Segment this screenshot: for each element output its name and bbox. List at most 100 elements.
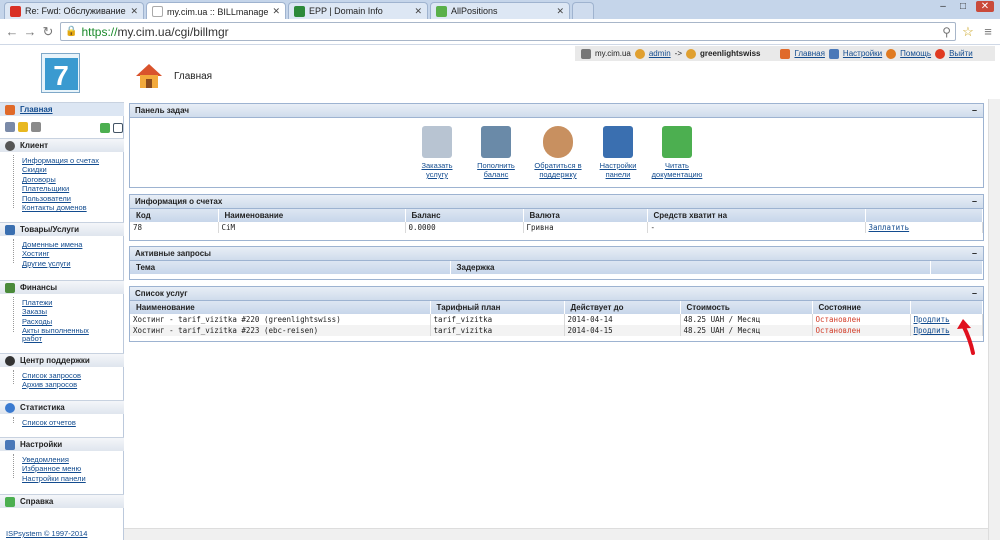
star-icon[interactable]: ☆ (960, 24, 976, 40)
column-header[interactable]: Валюта (523, 209, 648, 222)
task-top-up-balance[interactable]: Пополнить баланс (463, 126, 529, 179)
column-header[interactable]: Наименование (218, 209, 406, 222)
table-row[interactable]: 78 CiM 0.0000 Гривна - Заплатить (130, 222, 983, 233)
products-icon (5, 224, 15, 235)
column-header[interactable]: Задержка (450, 261, 931, 274)
sidebar-item-other-services[interactable]: Другие услуги (22, 259, 71, 268)
monitor-gear-icon (603, 126, 633, 158)
minimize-panel-icon[interactable]: – (972, 105, 977, 115)
support-icon (5, 355, 15, 366)
header-logout-link[interactable]: Выйти (949, 49, 973, 58)
task-order-service[interactable]: Заказать услугу (404, 126, 470, 179)
task-read-docs[interactable]: Читать документацию (644, 126, 710, 179)
task-panel-settings[interactable]: Настройки панели (585, 126, 651, 179)
services-panel: Список услуг – Наименование Тарифный пла… (129, 286, 984, 342)
menu-icon[interactable]: ≡ (980, 24, 996, 39)
forward-icon[interactable]: → (22, 24, 38, 39)
panel-title: Список услуг – (130, 287, 983, 301)
column-header[interactable]: Действует до (564, 301, 681, 314)
panel-title: Панель задач – (130, 104, 983, 118)
stats-icon (5, 402, 15, 413)
sidebar-item-orders[interactable]: Заказы (22, 307, 47, 316)
sidebar-home[interactable]: Главная (0, 102, 124, 116)
sidebar-section-stats[interactable]: Статистика (0, 400, 124, 414)
tab-billmanager[interactable]: my.cim.ua :: BILLmanager ✕ (146, 2, 286, 20)
column-header[interactable]: Тарифный план (430, 301, 565, 314)
header-help-link[interactable]: Помощь (900, 49, 931, 58)
column-header[interactable]: Наименование (130, 301, 431, 314)
new-tab-button[interactable] (572, 2, 594, 19)
requests-panel: Активные запросы – Тема Задержка (129, 246, 984, 280)
panel-title: Информация о счетах – (130, 195, 983, 209)
column-header[interactable]: Код (130, 209, 219, 222)
sidebar-item-favorites-menu[interactable]: Избранное меню (22, 464, 81, 473)
panel-title: Активные запросы – (130, 247, 983, 261)
sidebar-section-client[interactable]: Клиент (0, 138, 124, 152)
renew-link[interactable]: Продлить (914, 315, 950, 324)
page-header: Главная (134, 62, 212, 90)
close-window-icon[interactable]: ✕ (976, 1, 994, 12)
sidebar-section-help[interactable]: Справка (0, 494, 124, 508)
renew-link[interactable]: Продлить (914, 326, 950, 335)
minimize-icon[interactable]: ‒ (934, 1, 952, 12)
column-header[interactable]: Состояние (812, 301, 911, 314)
status-badge: Остановлен (812, 325, 911, 336)
maximize-icon[interactable]: □ (954, 1, 972, 12)
close-tab-icon[interactable]: ✕ (556, 6, 564, 17)
tab-epp[interactable]: EPP | Domain Info ✕ (288, 2, 428, 19)
list-view-icon[interactable] (5, 122, 15, 132)
sidebar-item-users[interactable]: Пользователи (22, 194, 71, 203)
vertical-scrollbar[interactable] (988, 99, 1000, 540)
sidebar-section-finance[interactable]: Финансы (0, 280, 124, 294)
sidebar-item-payers[interactable]: Плательщики (22, 184, 69, 193)
task-contact-support[interactable]: Обратиться в поддержку (525, 126, 591, 179)
minimize-panel-icon[interactable]: – (972, 288, 977, 298)
sidebar-item-contracts[interactable]: Договоры (22, 175, 56, 184)
sidebar-section-settings[interactable]: Настройки (0, 437, 124, 451)
horizontal-scrollbar[interactable] (124, 528, 988, 540)
header-settings-link[interactable]: Настройки (843, 49, 882, 58)
lock-icon[interactable] (31, 122, 41, 132)
column-header[interactable]: Средств хватит на (647, 209, 866, 222)
close-tab-icon[interactable]: ✕ (414, 6, 422, 17)
reload-icon[interactable]: ↻ (40, 24, 56, 40)
sidebar-item-acts-cont[interactable]: работ (22, 334, 42, 343)
sidebar-item-panel-settings[interactable]: Настройки панели (22, 474, 86, 483)
sidebar-section-support[interactable]: Центр поддержки (0, 353, 124, 367)
column-header[interactable]: Баланс (405, 209, 524, 222)
sidebar-item-payments[interactable]: Платежи (22, 298, 52, 307)
search-icon[interactable]: ⚲ (942, 25, 951, 39)
favorites-star-icon[interactable] (18, 122, 28, 132)
pay-link[interactable]: Заплатить (869, 223, 910, 232)
tab-gmail[interactable]: Re: Fwd: Обслуживание ✕ (4, 2, 144, 19)
minimize-panel-icon[interactable]: – (972, 248, 977, 258)
close-tab-icon[interactable]: ✕ (272, 6, 280, 17)
collapse-all-icon[interactable] (113, 123, 123, 133)
column-header[interactable]: Стоимость (680, 301, 813, 314)
sidebar-item-expenses[interactable]: Расходы (22, 317, 52, 326)
sidebar-item-notifications[interactable]: Уведомления (22, 455, 69, 464)
sidebar-item-reports[interactable]: Список отчетов (22, 418, 76, 427)
sidebar-item-accounts-info[interactable]: Информация о счетах (22, 156, 99, 165)
table-row[interactable]: Хостинг - tarif_vizitka #223 (ebc-reisen… (130, 325, 983, 336)
tab-allpositions[interactable]: AllPositions ✕ (430, 2, 570, 19)
close-tab-icon[interactable]: ✕ (130, 6, 138, 17)
table-row[interactable]: Хостинг - tarif_vizitka #220 (greenlight… (130, 314, 983, 325)
sidebar-item-requests-archive[interactable]: Архив запросов (22, 380, 77, 389)
address-bar[interactable]: 🔒 https://my.cim.ua/cgi/billmgr ⚲ (60, 22, 956, 41)
back-icon[interactable]: ← (4, 24, 20, 39)
sidebar-item-hosting[interactable]: Хостинг (22, 249, 49, 258)
admin-link[interactable]: admin (649, 49, 671, 58)
sidebar-item-domains[interactable]: Доменные имена (22, 240, 82, 249)
footer-copyright-link[interactable]: ISPsystem © 1997-2014 (6, 529, 87, 538)
sidebar-section-products[interactable]: Товары/Услуги (0, 222, 124, 236)
minimize-panel-icon[interactable]: – (972, 196, 977, 206)
sidebar-item-requests[interactable]: Список запросов (22, 371, 81, 380)
tasks-panel: Панель задач – Заказать услугу Пополнить б… (129, 103, 984, 188)
expand-all-icon[interactable] (100, 123, 110, 133)
settings-icon (5, 439, 15, 450)
column-header[interactable]: Тема (130, 261, 451, 274)
sidebar-item-discounts[interactable]: Скидки (22, 165, 47, 174)
header-home-link[interactable]: Главная (794, 49, 824, 58)
sidebar-item-domain-contacts[interactable]: Контакты доменов (22, 203, 87, 212)
